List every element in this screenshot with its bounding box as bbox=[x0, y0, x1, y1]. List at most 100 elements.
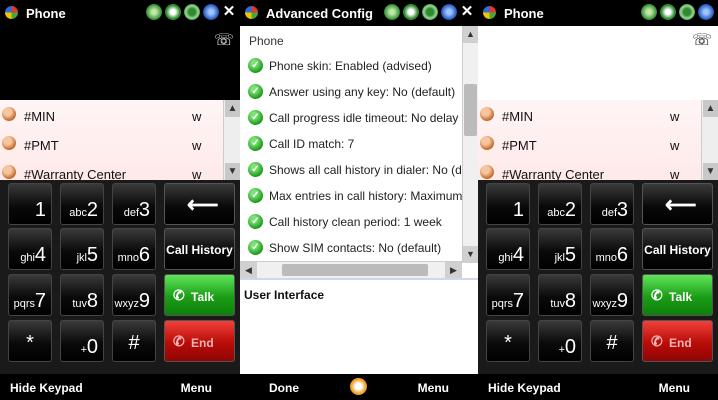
windows-flag-icon[interactable] bbox=[3, 4, 20, 21]
list-item[interactable]: #PMT w bbox=[0, 129, 240, 158]
scroll-thumb[interactable] bbox=[282, 264, 428, 276]
key-digit: 6 bbox=[616, 244, 628, 266]
list-item[interactable]: #Warranty Center w bbox=[0, 158, 240, 180]
check-icon: ✓ bbox=[248, 188, 263, 203]
key-hash[interactable]: # bbox=[112, 320, 156, 362]
key-9[interactable]: wxyz 9 bbox=[590, 274, 634, 316]
menu-softkey[interactable]: Menu bbox=[659, 381, 690, 395]
backspace-button[interactable]: ⟵ bbox=[642, 183, 713, 225]
signal-icon[interactable] bbox=[203, 4, 219, 20]
scroll-down-icon[interactable]: ▼ bbox=[225, 163, 240, 180]
key-8[interactable]: tuv 8 bbox=[60, 274, 104, 316]
done-softkey[interactable]: Done bbox=[269, 381, 299, 395]
call-history-button[interactable]: Call History bbox=[164, 228, 235, 270]
record-icon[interactable] bbox=[422, 4, 438, 20]
key-0[interactable]: +0 bbox=[60, 320, 104, 362]
config-item[interactable]: ✓ Call history clean period: 1 week bbox=[248, 212, 468, 232]
record-icon[interactable] bbox=[184, 4, 200, 20]
close-icon[interactable]: ✕ bbox=[460, 4, 474, 20]
key-1[interactable]: 1 bbox=[8, 183, 52, 225]
key-hash[interactable]: # bbox=[590, 320, 634, 362]
key-digit: 5 bbox=[86, 244, 98, 266]
list-item[interactable]: #Warranty Center w bbox=[478, 158, 718, 180]
call-history-button[interactable]: Call History bbox=[642, 228, 713, 270]
list-item[interactable]: #MIN w bbox=[0, 100, 240, 129]
backspace-button[interactable]: ⟵ bbox=[164, 183, 235, 225]
config-item-label: Show SIM contacts: No (default) bbox=[269, 241, 442, 255]
config-item-label: Shows all call history in dialer: No (d bbox=[269, 163, 462, 177]
dialed-number-area[interactable]: ☏ bbox=[478, 26, 718, 100]
config-item[interactable]: ✓ Call ID match: 7 bbox=[248, 134, 468, 154]
key-4[interactable]: ghi 4 bbox=[8, 228, 52, 270]
scroll-up-icon[interactable]: ▲ bbox=[225, 100, 240, 117]
config-item-label: Call ID match: 7 bbox=[269, 137, 355, 151]
key-3[interactable]: def 3 bbox=[590, 183, 634, 225]
hide-keypad-softkey[interactable]: Hide Keypad bbox=[10, 381, 83, 395]
config-item[interactable]: ✓ Phone skin: Enabled (advised) bbox=[248, 56, 468, 76]
config-item[interactable]: ✓ Shows all call history in dialer: No (d bbox=[248, 160, 468, 180]
key-6[interactable]: mno 6 bbox=[590, 228, 634, 270]
key-7[interactable]: pqrs 7 bbox=[486, 274, 530, 316]
key-1[interactable]: 1 bbox=[486, 183, 530, 225]
menu-softkey[interactable]: Menu bbox=[181, 381, 212, 395]
key-6[interactable]: mno 6 bbox=[112, 228, 156, 270]
key-9[interactable]: wxyz 9 bbox=[112, 274, 156, 316]
key-2[interactable]: abc 2 bbox=[538, 183, 582, 225]
close-icon[interactable]: ✕ bbox=[222, 4, 236, 20]
contact-name: #PMT bbox=[24, 138, 59, 153]
battery-icon[interactable] bbox=[660, 4, 676, 20]
horizontal-scrollbar[interactable]: ◀ ▶ bbox=[240, 261, 462, 278]
scroll-thumb[interactable] bbox=[464, 84, 477, 136]
key-7[interactable]: pqrs 7 bbox=[8, 274, 52, 316]
sync-icon[interactable] bbox=[146, 4, 162, 20]
battery-icon[interactable] bbox=[165, 4, 181, 20]
sync-icon[interactable] bbox=[641, 4, 657, 20]
signal-icon[interactable] bbox=[698, 4, 714, 20]
scroll-up-icon[interactable]: ▲ bbox=[703, 100, 718, 117]
contact-name: #MIN bbox=[502, 109, 534, 124]
section-header[interactable]: Phone bbox=[249, 34, 284, 48]
key-4[interactable]: ghi 4 bbox=[486, 228, 530, 270]
key-3[interactable]: def 3 bbox=[112, 183, 156, 225]
talk-button[interactable]: ✆ Talk bbox=[164, 274, 235, 316]
key-star[interactable]: * bbox=[486, 320, 530, 362]
input-panel-icon[interactable] bbox=[350, 378, 367, 395]
talk-label: Talk bbox=[669, 290, 693, 304]
config-item[interactable]: ✓ Answer using any key: No (default) bbox=[248, 82, 468, 102]
vertical-scrollbar[interactable]: ▲ ▼ bbox=[462, 26, 478, 263]
key-star[interactable]: * bbox=[8, 320, 52, 362]
key-0[interactable]: +0 bbox=[538, 320, 582, 362]
end-button[interactable]: ✆ End bbox=[164, 320, 235, 362]
record-icon[interactable] bbox=[679, 4, 695, 20]
config-item[interactable]: ✓ Max entries in call history: Maximum bbox=[248, 186, 468, 206]
key-digit: 5 bbox=[564, 244, 576, 266]
scroll-down-icon[interactable]: ▼ bbox=[703, 163, 718, 180]
config-item[interactable]: ✓ Call progress idle timeout: No delay bbox=[248, 108, 468, 128]
list-scrollbar[interactable]: ▲ ▼ bbox=[701, 100, 718, 180]
key-letters: mno bbox=[117, 252, 139, 264]
windows-flag-icon[interactable] bbox=[481, 4, 498, 21]
list-item[interactable]: #MIN w bbox=[478, 100, 718, 129]
battery-icon[interactable] bbox=[403, 4, 419, 20]
key-2[interactable]: abc 2 bbox=[60, 183, 104, 225]
windows-flag-icon[interactable] bbox=[243, 4, 260, 21]
signal-icon[interactable] bbox=[441, 4, 457, 20]
scroll-left-icon[interactable]: ◀ bbox=[240, 262, 257, 278]
scroll-up-icon[interactable]: ▲ bbox=[463, 26, 478, 43]
sync-icon[interactable] bbox=[384, 4, 400, 20]
user-interface-section: User Interface bbox=[240, 278, 478, 374]
hide-keypad-softkey[interactable]: Hide Keypad bbox=[488, 381, 561, 395]
section-header[interactable]: User Interface bbox=[244, 288, 324, 302]
key-5[interactable]: jkl 5 bbox=[60, 228, 104, 270]
key-8[interactable]: tuv 8 bbox=[538, 274, 582, 316]
scroll-down-icon[interactable]: ▼ bbox=[463, 246, 478, 263]
list-item[interactable]: #PMT w bbox=[478, 129, 718, 158]
dialed-number-area[interactable]: ☏ bbox=[0, 26, 240, 100]
talk-button[interactable]: ✆ Talk bbox=[642, 274, 713, 316]
menu-softkey[interactable]: Menu bbox=[418, 381, 449, 395]
config-item[interactable]: ✓ Show SIM contacts: No (default) bbox=[248, 238, 468, 258]
end-button[interactable]: ✆ End bbox=[642, 320, 713, 362]
scroll-right-icon[interactable]: ▶ bbox=[445, 262, 462, 278]
key-5[interactable]: jkl 5 bbox=[538, 228, 582, 270]
list-scrollbar[interactable]: ▲ ▼ bbox=[223, 100, 240, 180]
